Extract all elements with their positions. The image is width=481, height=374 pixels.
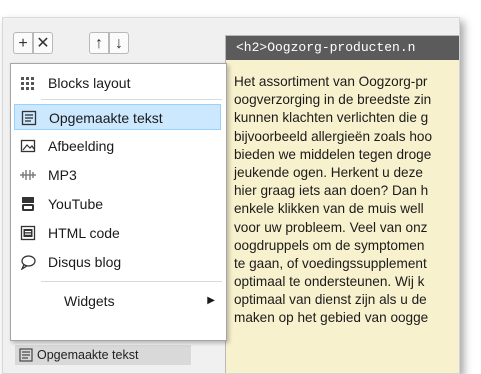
menu-item-label: Afbeelding: [48, 138, 115, 154]
html-code-icon: [20, 225, 36, 241]
menu-item-youtube[interactable]: YouTube: [14, 191, 221, 217]
menu-item-html-code[interactable]: HTML code: [14, 220, 221, 246]
text-line: bieden we middelen tegen droge: [234, 146, 432, 162]
menu-item-label: YouTube: [48, 196, 104, 212]
text-line: te gaan, of voedingssupplement: [234, 255, 427, 271]
formatted-text-icon: [19, 348, 33, 362]
move-down-button[interactable]: ↓: [109, 32, 129, 54]
menu-item-label: Blocks layout: [48, 75, 131, 91]
text-line: Het assortiment van Oogzorg-pr: [234, 74, 428, 89]
text-line: enkele klikken van de muis well: [234, 201, 424, 217]
image-icon: [20, 139, 36, 153]
block-list-item-label: Opgemaakte tekst: [37, 348, 139, 362]
submenu-arrow-icon: ▶: [207, 295, 215, 306]
menu-item-label: Disqus blog: [48, 254, 122, 270]
text-line: optimaal te ondersteunen. Wij k: [234, 274, 425, 290]
menu-separator: [41, 99, 222, 100]
block-list-item-formatted-text[interactable]: Opgemaakte tekst: [15, 345, 191, 365]
menu-item-label: HTML code: [48, 225, 120, 241]
menu-item-label: Opgemaakte tekst: [49, 110, 163, 126]
menu-item-blocks-layout[interactable]: Blocks layout: [14, 70, 221, 96]
menu-item-disqus-blog[interactable]: Disqus blog: [14, 249, 221, 275]
add-block-menu: Blocks layout Opgemaakte tekst Afbeeldin…: [10, 63, 227, 341]
audio-icon: [20, 170, 36, 180]
text-line: jeukende ogen. Herkent u deze: [234, 164, 423, 180]
text-line: oogverzorging in de breedste zin: [234, 92, 432, 108]
text-line: voor uw probleem. Veel van onz: [234, 219, 428, 235]
menu-item-label: MP3: [48, 167, 77, 183]
menu-item-label: Widgets: [64, 293, 115, 309]
youtube-icon: [22, 197, 34, 211]
menu-item-image[interactable]: Afbeelding: [14, 133, 221, 159]
menu-item-formatted-text[interactable]: Opgemaakte tekst: [14, 104, 221, 130]
menu-item-mp3[interactable]: MP3: [14, 162, 221, 188]
text-line: hier graag iets aan doen? Dan h: [234, 183, 429, 199]
menu-separator: [41, 281, 222, 282]
page-editor-panel: + ✕ ↑ ↓ Opgemaakte tekst <h2>Oogzorg-pro…: [2, 17, 460, 374]
move-up-button[interactable]: ↑: [89, 32, 109, 54]
text-line: optimaal van dienst zijn als u de: [234, 292, 427, 308]
editor-body-text[interactable]: Het assortiment van Oogzorg-pr oogverzor…: [234, 73, 459, 328]
text-editor[interactable]: <h2>Oogzorg-producten.n Het assortiment …: [225, 35, 459, 373]
html-code-line[interactable]: <h2>Oogzorg-producten.n: [226, 36, 459, 60]
remove-block-button[interactable]: ✕: [33, 32, 53, 54]
menu-item-widgets[interactable]: Widgets ▶: [14, 288, 221, 314]
text-line: kunnen klachten verlichten die g: [234, 110, 429, 126]
text-line: oogdruppels om de symptomen: [234, 237, 425, 253]
comment-icon: [20, 255, 36, 270]
formatted-text-icon: [21, 110, 37, 126]
add-block-button[interactable]: +: [13, 32, 33, 54]
blocks-layout-icon: [21, 77, 34, 90]
text-line: bijvoorbeeld allergieën zoals hoo: [234, 128, 432, 144]
text-line: maken op het gebied van oogge: [234, 310, 429, 326]
